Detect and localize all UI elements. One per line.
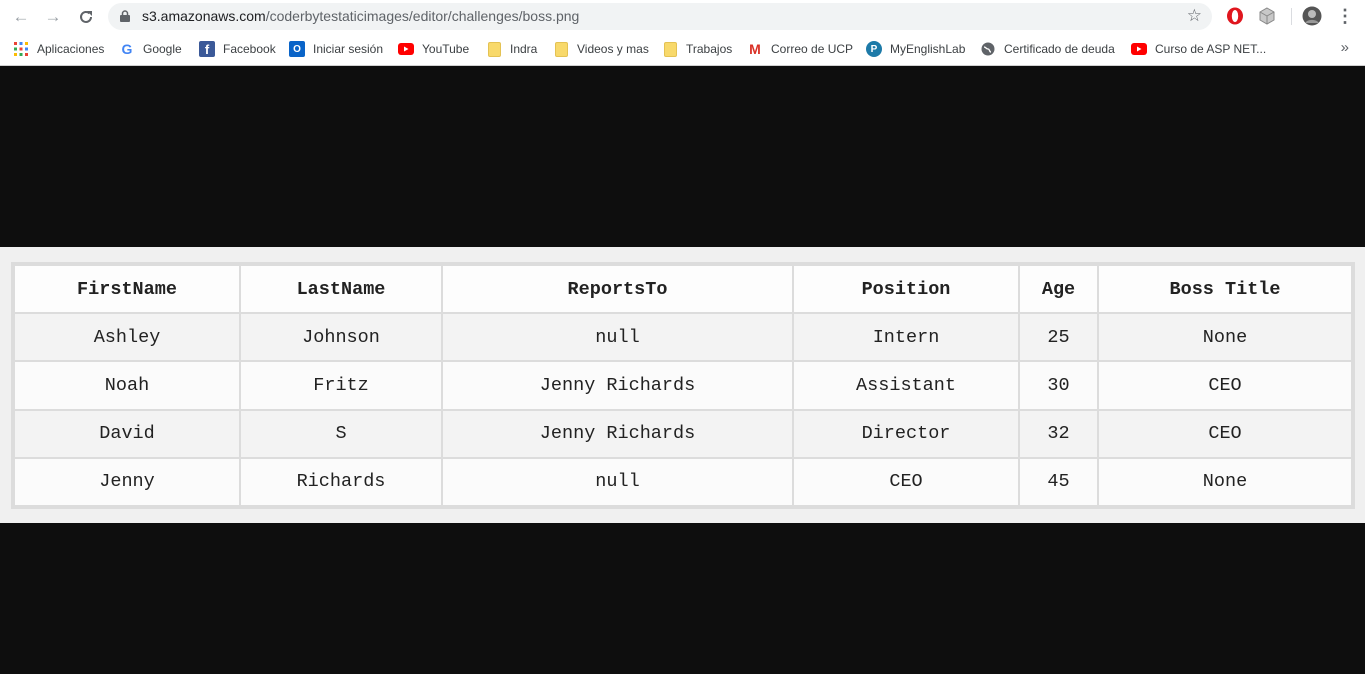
column-header-age: Age	[1020, 266, 1097, 312]
cell-firstname: Ashley	[15, 314, 239, 361]
cell-age: 30	[1020, 362, 1097, 409]
google-icon: G	[121, 41, 133, 57]
cell-boss-title: None	[1099, 314, 1351, 361]
cell-boss-title: CEO	[1099, 410, 1351, 457]
bookmark-myenglishlab[interactable]: P MyEnglishLab	[866, 40, 965, 58]
table-row: Jenny Richards null CEO 45 None	[15, 458, 1351, 505]
bookmark-star-icon[interactable]: ☆	[1187, 6, 1202, 26]
opera-icon[interactable]	[1225, 6, 1245, 26]
cell-age: 25	[1020, 314, 1097, 361]
page-content: FirstName LastName ReportsTo Position Ag…	[0, 67, 1365, 674]
bookmark-google[interactable]: G Google	[119, 40, 182, 58]
menu-kebab-icon[interactable]: ⋮	[1335, 6, 1355, 26]
bookmark-indra[interactable]: Indra	[486, 40, 537, 58]
column-header-boss-title: Boss Title	[1099, 266, 1351, 312]
cell-reportsto: Jenny Richards	[443, 410, 792, 457]
cell-position: Intern	[794, 314, 1018, 361]
url-text[interactable]: s3.amazonaws.com/coderbytestaticimages/e…	[142, 8, 579, 24]
bookmark-youtube[interactable]: YouTube	[398, 40, 469, 58]
table-row: Ashley Johnson null Intern 25 None	[15, 314, 1351, 361]
cell-lastname: Johnson	[241, 314, 441, 361]
bookmark-certificado-de-deuda[interactable]: Certificado de deuda	[980, 40, 1115, 58]
column-header-reportsto: ReportsTo	[443, 266, 792, 312]
folder-icon	[486, 41, 502, 57]
table-band: FirstName LastName ReportsTo Position Ag…	[0, 247, 1365, 523]
forward-arrow-icon[interactable]: →	[41, 5, 65, 29]
toolbar-divider	[1291, 8, 1292, 25]
gmail-icon: M	[749, 41, 761, 57]
bookmark-aplicaciones[interactable]: Aplicaciones	[13, 40, 104, 58]
cell-firstname: Noah	[15, 362, 239, 409]
bookmark-iniciar-sesion[interactable]: O Iniciar sesión	[289, 40, 383, 58]
bookmarks-bar: Aplicaciones G Google f Facebook O Iniciar …	[0, 33, 1365, 66]
cell-firstname: David	[15, 410, 239, 457]
cell-position: CEO	[794, 458, 1018, 505]
table-row: David S Jenny Richards Director 32 CEO	[15, 410, 1351, 457]
folder-icon	[553, 41, 569, 57]
bookmark-trabajos[interactable]: Trabajos	[662, 40, 732, 58]
lock-icon	[120, 10, 130, 22]
cell-lastname: S	[241, 410, 441, 457]
reload-icon[interactable]	[74, 5, 98, 29]
folder-icon	[662, 41, 678, 57]
youtube-icon	[1131, 41, 1147, 57]
cell-boss-title: None	[1099, 458, 1351, 505]
cell-age: 32	[1020, 410, 1097, 457]
apps-grid-icon	[13, 41, 29, 57]
cell-position: Director	[794, 410, 1018, 457]
table-header-row: FirstName LastName ReportsTo Position Ag…	[15, 266, 1351, 312]
cell-lastname: Richards	[241, 458, 441, 505]
column-header-position: Position	[794, 266, 1018, 312]
profile-avatar[interactable]	[1302, 6, 1322, 26]
cell-lastname: Fritz	[241, 362, 441, 409]
employees-table-container: FirstName LastName ReportsTo Position Ag…	[11, 262, 1355, 509]
extension-cube-icon[interactable]	[1257, 6, 1277, 26]
address-bar[interactable]: s3.amazonaws.com/coderbytestaticimages/e…	[108, 3, 1212, 30]
outlook-icon: O	[289, 41, 305, 57]
employees-table: FirstName LastName ReportsTo Position Ag…	[13, 264, 1353, 507]
bookmark-facebook[interactable]: f Facebook	[199, 40, 276, 58]
bookmark-correo-de-ucp[interactable]: M Correo de UCP	[747, 40, 853, 58]
pearson-icon: P	[866, 41, 882, 57]
column-header-lastname: LastName	[241, 266, 441, 312]
youtube-icon	[398, 41, 414, 57]
bookmarks-overflow-button[interactable]: »	[1341, 39, 1349, 56]
cell-firstname: Jenny	[15, 458, 239, 505]
cell-boss-title: CEO	[1099, 362, 1351, 409]
facebook-icon: f	[199, 41, 215, 57]
globe-icon	[980, 41, 996, 57]
column-header-firstname: FirstName	[15, 266, 239, 312]
browser-toolbar: ← → s3.amazonaws.com/coderbytestaticimag…	[0, 0, 1365, 33]
table-row: Noah Fritz Jenny Richards Assistant 30 C…	[15, 362, 1351, 409]
cell-reportsto: Jenny Richards	[443, 362, 792, 409]
cell-age: 45	[1020, 458, 1097, 505]
back-arrow-icon[interactable]: ←	[9, 5, 33, 29]
cell-reportsto: null	[443, 458, 792, 505]
cell-position: Assistant	[794, 362, 1018, 409]
bookmark-curso-asp-net[interactable]: Curso de ASP NET...	[1131, 40, 1266, 58]
bookmark-videos-y-mas[interactable]: Videos y mas	[553, 40, 649, 58]
cell-reportsto: null	[443, 314, 792, 361]
